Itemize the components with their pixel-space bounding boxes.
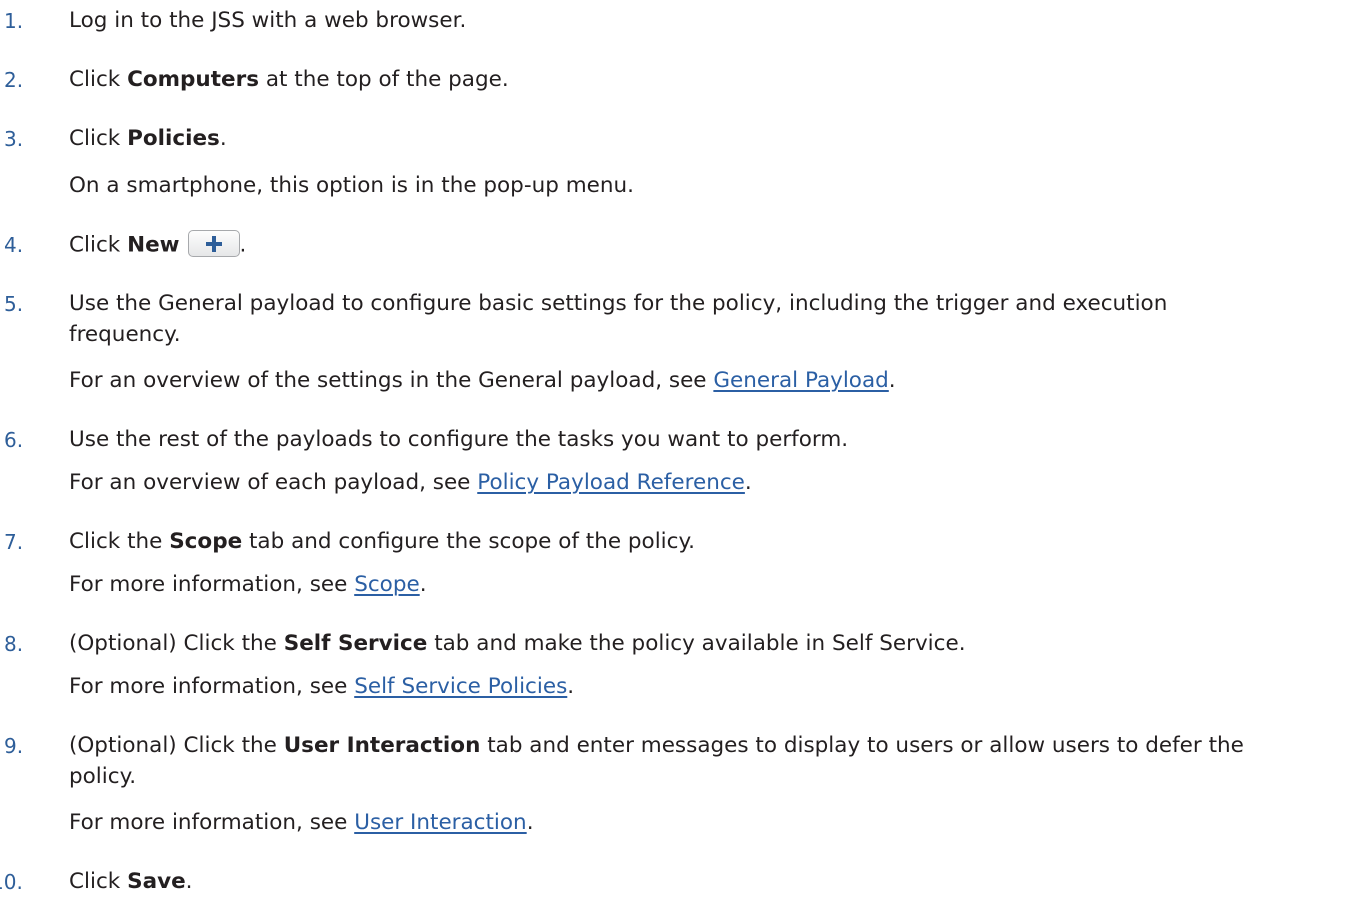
step-text: Click Policies. bbox=[69, 126, 227, 151]
step-text-continued: policy. bbox=[69, 764, 137, 789]
step-number: 6. bbox=[4, 428, 24, 452]
link-self-service-policies[interactable]: Self Service Policies bbox=[354, 674, 567, 699]
ui-term: User Interaction bbox=[283, 733, 481, 758]
step-note: For an overview of the settings in the G… bbox=[69, 368, 896, 393]
step-note: On a smartphone, this option is in the p… bbox=[69, 173, 634, 198]
step-text: Use the General payload to configure bas… bbox=[69, 291, 1168, 316]
link-general-payload[interactable]: General Payload bbox=[713, 368, 888, 393]
step-number: 10. bbox=[0, 870, 23, 894]
ui-term: Computers bbox=[127, 67, 259, 92]
plus-icon bbox=[205, 236, 222, 252]
step-number: 9. bbox=[4, 734, 24, 758]
ui-term: Save bbox=[127, 869, 186, 894]
step-note: For more information, see Self Service P… bbox=[69, 674, 575, 699]
step-note: For an overview of each payload, see Pol… bbox=[69, 470, 752, 495]
step-text: Use the rest of the payloads to configur… bbox=[69, 427, 849, 452]
link-policy-payload-reference[interactable]: Policy Payload Reference bbox=[477, 470, 745, 495]
step-number: 4. bbox=[4, 233, 24, 257]
step-text-continued: frequency. bbox=[69, 322, 181, 347]
step-text: Log in to the JSS with a web browser. bbox=[69, 8, 467, 33]
step-number: 1. bbox=[4, 9, 24, 33]
step-note: For more information, see User Interacti… bbox=[69, 810, 534, 835]
step-text: (Optional) Click the User Interaction ta… bbox=[69, 733, 1244, 758]
ui-term: Scope bbox=[169, 529, 243, 554]
link-scope[interactable]: Scope bbox=[354, 572, 420, 597]
step-number: 3. bbox=[4, 127, 24, 151]
step-text: (Optional) Click the Self Service tab an… bbox=[69, 631, 966, 656]
ui-term: Policies bbox=[127, 126, 220, 151]
step-text: Click the Scope tab and configure the sc… bbox=[69, 529, 695, 554]
step-number: 7. bbox=[4, 530, 24, 554]
step-number: 2. bbox=[4, 68, 24, 92]
step-number: 5. bbox=[4, 292, 24, 316]
ui-term: Self Service bbox=[283, 631, 428, 656]
link-user-interaction[interactable]: User Interaction bbox=[354, 810, 526, 835]
new-button[interactable] bbox=[187, 230, 240, 257]
step-text: Click Save. bbox=[69, 869, 193, 894]
step-text: Click New. bbox=[69, 230, 246, 259]
step-text: Click Computers at the top of the page. bbox=[69, 67, 509, 92]
ui-term: New bbox=[127, 232, 180, 258]
step-note: For more information, see Scope. bbox=[69, 572, 427, 597]
step-number: 8. bbox=[4, 632, 24, 656]
